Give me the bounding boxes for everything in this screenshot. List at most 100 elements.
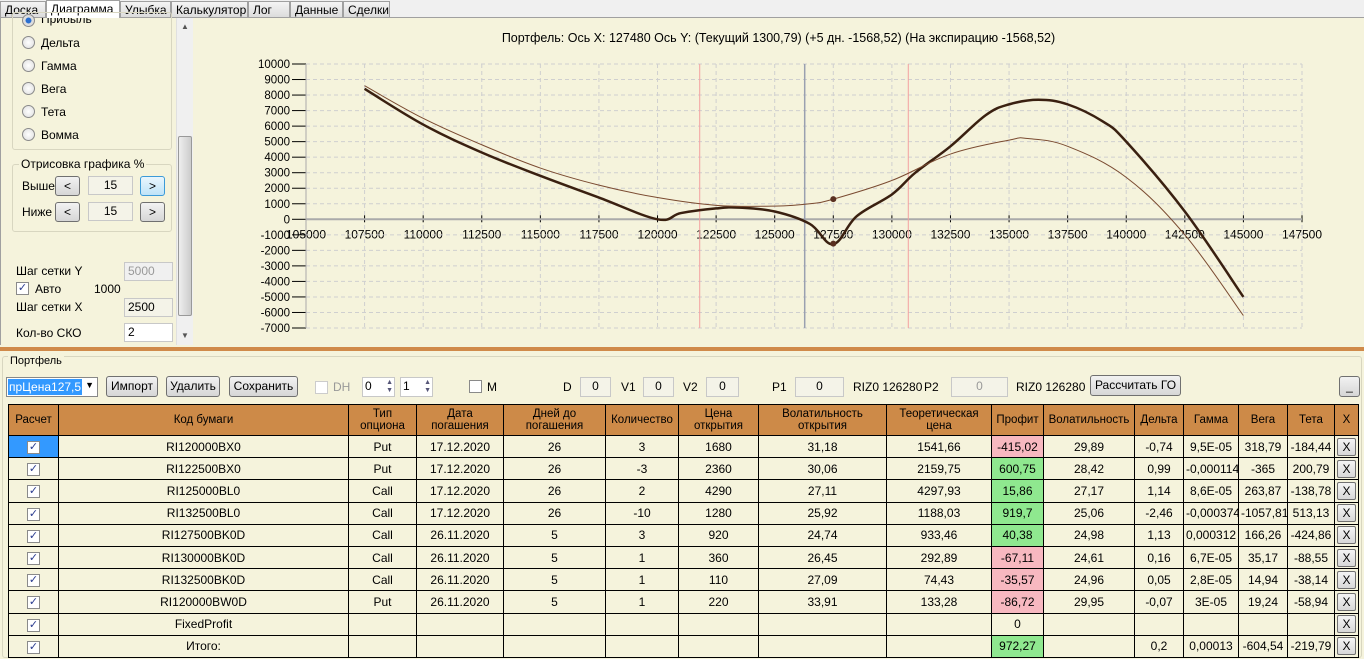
remove-row-button[interactable]: X [1337,548,1356,567]
table-row[interactable]: ✓ RI132500BK0D Call 26.11.2020 5 1 110 27,09 74,… [8,568,1359,592]
column-header[interactable]: Расчет [8,404,59,436]
table-row[interactable]: ✓ RI122500BX0 Put 17.12.2020 26 -3 2360 30,06 21… [8,457,1359,481]
calc-checkbox[interactable]: ✓ [27,485,40,499]
auto-checkbox[interactable]: ✓ [16,282,29,295]
radio-vega[interactable] [22,82,35,95]
column-header[interactable]: Дельта [1134,404,1184,436]
remove-row-button[interactable]: X [1337,526,1356,545]
splitter[interactable] [0,347,1364,351]
calc-cell[interactable]: ✓ [8,434,59,459]
radio-vomma[interactable] [22,128,35,141]
chevron-down-icon[interactable]: ▼ [85,380,94,390]
calc-cell[interactable]: ✓ [8,457,59,481]
tab-deals[interactable]: Сделки [343,1,390,18]
calc-checkbox[interactable]: ✓ [27,463,40,477]
tab-data[interactable]: Данные [290,1,343,18]
grid-x-input[interactable]: 2500 [124,298,173,317]
above-decrease-button[interactable]: < [55,176,80,196]
remove-row-button[interactable]: X [1337,481,1356,500]
m-checkbox[interactable] [469,380,482,393]
spin1[interactable]: 0 ▲ ▼ [362,377,395,397]
calc-cell[interactable]: ✓ [8,568,59,592]
calc-checkbox[interactable]: ✓ [27,552,40,566]
sko-input[interactable]: 2 [124,323,173,342]
dh-checkbox[interactable] [315,381,328,394]
table-cell: 919,7 [991,501,1044,525]
scrollbar-thumb[interactable] [178,136,192,316]
table-row[interactable]: ✓ RI127500BK0D Call 26.11.2020 5 3 920 24,74 933… [8,523,1359,547]
column-header[interactable]: Код бумаги [58,404,349,436]
table-row[interactable]: ✓ RI120000BX0 Put 17.12.2020 26 3 1680 31,18 154… [8,434,1359,459]
column-header[interactable]: Теоретическая цена [886,404,992,436]
grid-y-input[interactable]: 5000 [124,262,173,281]
portfolio-combo[interactable]: прЦена127,5 ▼ [6,377,98,397]
table-row[interactable]: ✓ RI120000BW0D Put 26.11.2020 5 1 220 33,91 133,… [8,590,1359,614]
scroll-up-icon[interactable]: ▲ [181,22,189,31]
table-row[interactable]: ✓ RI125000BL0 Call 17.12.2020 26 2 4290 27,11 42… [8,479,1359,503]
scroll-down-icon[interactable]: ▼ [181,331,189,340]
remove-row-button[interactable]: X [1337,637,1356,656]
left-panel-scrollbar[interactable]: ▲ ▼ [176,18,193,345]
calc-cell[interactable]: ✓ [8,501,59,525]
calc-checkbox[interactable]: ✓ [27,441,40,455]
minimize-button[interactable]: _ [1339,376,1360,397]
calc-cell[interactable]: ✓ [8,479,59,503]
tab-log[interactable]: Лог [248,1,290,18]
remove-row-button[interactable]: X [1337,504,1356,523]
radio-profit[interactable] [22,14,35,27]
table-row[interactable]: ✓ RI130000BK0D Call 26.11.2020 5 1 360 26,45 292… [8,545,1359,570]
column-header[interactable]: Волатильность [1043,404,1135,436]
calc-cell[interactable]: ✓ [8,612,59,636]
column-header[interactable]: Волатильность открытия [758,404,887,436]
column-header[interactable]: X [1334,404,1359,436]
column-header[interactable]: Цена открытия [678,404,759,436]
radio-gamma[interactable] [22,59,35,72]
calc-cell[interactable]: ✓ [8,634,59,658]
radio-delta[interactable] [22,36,35,49]
remove-row-button[interactable]: X [1337,437,1356,456]
table-row[interactable]: ✓ RI132500BL0 Call 17.12.2020 26 -10 1280 25,92… [8,501,1359,525]
below-decrease-button[interactable]: < [55,202,80,222]
remove-row-button[interactable]: X [1337,459,1356,478]
column-header[interactable]: Гамма [1183,404,1239,436]
spin2-arrows-icon[interactable]: ▲ ▼ [424,379,431,395]
v2-input[interactable]: 0 [706,377,739,397]
spin1-arrows-icon[interactable]: ▲ ▼ [386,379,393,395]
column-header[interactable]: Профит [991,404,1044,436]
calc-checkbox[interactable]: ✓ [27,529,40,543]
calc-checkbox[interactable]: ✓ [27,596,40,610]
calc-checkbox[interactable]: ✓ [27,640,40,654]
chart-plot[interactable]: 105000 107500 110000 112500 115000 117500 1200… [193,18,1364,345]
spin2[interactable]: 1 ▲ ▼ [400,377,433,397]
save-button[interactable]: Сохранить [229,376,298,397]
column-header[interactable]: Тип опциона [348,404,417,436]
below-increase-button[interactable]: > [140,202,165,222]
remove-row-button[interactable]: X [1337,592,1356,611]
d-input[interactable]: 0 [580,377,611,397]
p1-input[interactable]: 0 [795,377,844,397]
tab-calculator[interactable]: Калькулятор [171,1,248,18]
riz2-price: RIZ0 126280 [1016,380,1086,394]
import-button[interactable]: Импорт [106,376,158,397]
calc-checkbox[interactable]: ✓ [27,618,40,632]
remove-row-button[interactable]: X [1337,615,1356,634]
calc-checkbox[interactable]: ✓ [27,574,40,588]
radio-theta[interactable] [22,105,35,118]
remove-row-button[interactable]: X [1337,570,1356,589]
column-header[interactable]: Дней до погашения [503,404,606,436]
calc-cell[interactable]: ✓ [8,523,59,547]
table-row[interactable]: ✓ FixedProfit 0 X [8,612,1359,636]
calculate-margin-button[interactable]: Рассчитать ГО [1090,375,1181,396]
column-header[interactable]: Тета [1287,404,1335,436]
v1-input[interactable]: 0 [643,377,674,397]
column-header[interactable]: Дата погашения [416,404,504,436]
column-header[interactable]: Количество [605,404,679,436]
delete-button[interactable]: Удалить [166,376,220,397]
calc-cell[interactable]: ✓ [8,545,59,570]
calc-checkbox[interactable]: ✓ [27,507,40,521]
table-row[interactable]: ✓ Итого: 972,27 0,2 0,00013 -604,54 -219,79 X [8,634,1359,658]
above-increase-button[interactable]: > [140,176,165,196]
column-header[interactable]: Вега [1238,404,1288,436]
calc-cell[interactable]: ✓ [8,590,59,614]
p2-input[interactable]: 0 [951,377,1008,397]
